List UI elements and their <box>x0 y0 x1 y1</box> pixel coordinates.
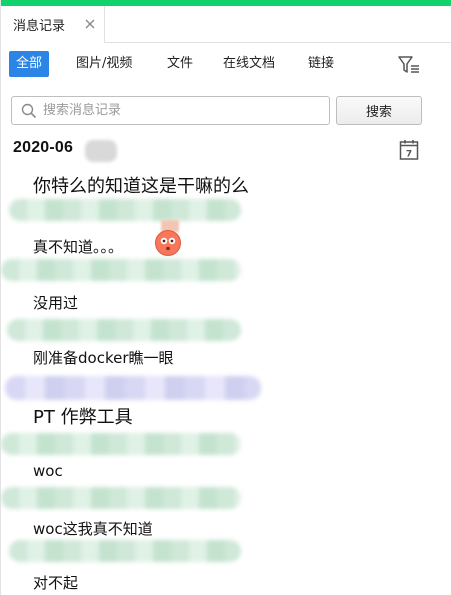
message-text: woc <box>33 462 63 480</box>
message-list: 你特么的知道这是干嘛的么 真不知道。。。 没用过 刚准备docker瞧一眼 PT… <box>1 0 451 595</box>
message-text: 真不知道。。。 <box>33 238 124 256</box>
flushed-face-emoji <box>154 229 184 257</box>
sender-name-redaction <box>9 540 241 562</box>
sender-name-redaction <box>9 199 241 221</box>
sender-name-redaction <box>5 376 261 400</box>
message-text: 没用过 <box>33 294 79 312</box>
message-text: 刚准备docker瞧一眼 <box>33 349 174 367</box>
message-text: 你特么的知道这是干嘛的么 <box>33 176 249 197</box>
sender-name-redaction <box>1 259 241 281</box>
sender-name-redaction <box>1 433 241 455</box>
sender-name-redaction <box>1 487 241 509</box>
message-text: PT 作弊工具 <box>33 407 133 428</box>
chat-history-window: 消息记录 全部 图片/视频 文件 在线文档 链接 搜索消息记录 搜索 2020-… <box>0 0 451 595</box>
message-text: woc这我真不知道 <box>33 520 153 538</box>
sender-name-redaction <box>7 319 241 341</box>
message-text: 对不起 <box>33 574 79 592</box>
